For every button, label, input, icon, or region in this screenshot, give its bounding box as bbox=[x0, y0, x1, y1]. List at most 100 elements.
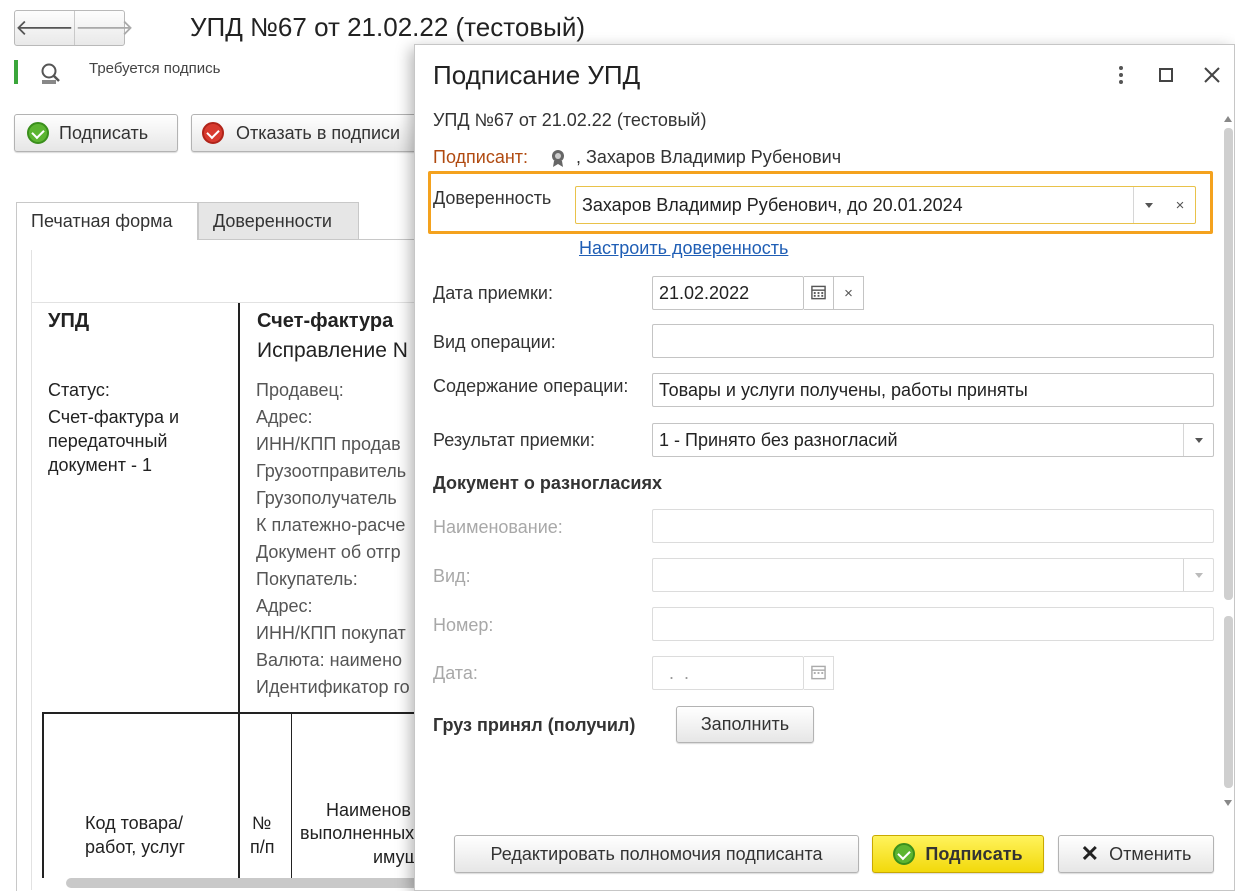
calendar-icon[interactable] bbox=[804, 276, 834, 310]
disagreement-name-label: Наименование: bbox=[433, 517, 563, 537]
fill-button[interactable]: Заполнить bbox=[676, 706, 814, 743]
print-row: ИНН/КПП продав bbox=[256, 434, 401, 454]
op-type-field[interactable] bbox=[652, 324, 1214, 358]
refuse-icon bbox=[202, 122, 224, 144]
print-col-name: имущ bbox=[373, 847, 420, 867]
back-arrow-icon[interactable]: 🡐 bbox=[15, 11, 74, 45]
accept-date-value: 21.02.2022 bbox=[659, 282, 750, 303]
print-status-line: передаточный bbox=[48, 431, 168, 451]
scrollbar-thumb-lower[interactable] bbox=[1224, 616, 1233, 788]
signer-label: Подписант: bbox=[433, 147, 529, 167]
signer-value: , Захаров Владимир Рубенович bbox=[576, 147, 842, 167]
print-col-code: работ, услуг bbox=[85, 837, 186, 857]
result-label: Результат приемки: bbox=[433, 430, 595, 450]
calendar-icon bbox=[804, 656, 834, 690]
print-table-border bbox=[291, 712, 292, 878]
disagreement-number-label: Номер: bbox=[433, 615, 494, 635]
proxy-label: Доверенность bbox=[433, 188, 552, 208]
op-type-label: Вид операции: bbox=[433, 332, 556, 352]
scroll-up-icon[interactable] bbox=[1224, 116, 1232, 122]
print-col-code: Код товара/ bbox=[85, 813, 184, 833]
op-content-field[interactable]: Товары и услуги получены, работы приняты bbox=[652, 373, 1214, 407]
maximize-icon[interactable] bbox=[1159, 68, 1173, 82]
refuse-button-label: Отказать в подписи bbox=[236, 122, 401, 143]
certificate-seal-icon bbox=[552, 150, 564, 167]
status-text: Требуется подпись bbox=[89, 60, 221, 77]
op-content-value: Товары и услуги получены, работы приняты bbox=[659, 379, 1028, 400]
cancel-button[interactable]: ✕ Отменить bbox=[1058, 835, 1214, 873]
print-row: Покупатель: bbox=[256, 569, 358, 589]
print-divider bbox=[238, 303, 240, 713]
close-icon[interactable] bbox=[1201, 64, 1223, 86]
sign-button-label: Подписать bbox=[59, 122, 149, 143]
print-invoice-title: Счет-фактура bbox=[257, 310, 394, 332]
disagreement-heading: Документ о разногласиях bbox=[433, 473, 662, 493]
print-row: Грузополучатель bbox=[256, 488, 397, 508]
result-dropdown-icon[interactable] bbox=[1183, 424, 1213, 456]
print-form-header-strip bbox=[31, 250, 441, 303]
tab-proxies[interactable]: Доверенности bbox=[198, 202, 359, 240]
signature-search-icon bbox=[41, 63, 60, 84]
check-icon bbox=[893, 843, 916, 865]
more-menu-icon[interactable] bbox=[1111, 64, 1131, 86]
tab-print-form[interactable]: Печатная форма bbox=[16, 202, 198, 240]
print-row: Адрес: bbox=[256, 407, 313, 427]
print-row: Идентификатор го bbox=[256, 677, 410, 697]
accept-date-field[interactable]: 21.02.2022 bbox=[652, 276, 804, 310]
disagreement-date-value: . . bbox=[659, 662, 690, 683]
disagreement-number-field bbox=[652, 607, 1214, 641]
cancel-label: Отменить bbox=[1109, 843, 1192, 864]
print-row: Документ об отгр bbox=[256, 542, 401, 562]
scrollbar-thumb[interactable] bbox=[1224, 128, 1233, 600]
print-status-line: документ - 1 bbox=[48, 455, 152, 475]
print-row: К платежно-расче bbox=[256, 515, 406, 535]
print-col-num: № bbox=[252, 813, 272, 833]
accept-date-label: Дата приемки: bbox=[433, 283, 553, 303]
refuse-sign-button[interactable]: Отказать в подписи bbox=[191, 114, 431, 152]
print-table-border bbox=[42, 712, 44, 878]
print-upd-label: УПД bbox=[48, 310, 90, 332]
cancel-x-icon: ✕ bbox=[1080, 841, 1100, 866]
print-row: Продавец: bbox=[256, 380, 344, 400]
forward-arrow-icon[interactable]: 🡒 bbox=[74, 11, 134, 45]
proxy-value: Захаров Владимир Рубенович, до 20.01.202… bbox=[582, 194, 963, 215]
proxy-clear-icon[interactable]: × bbox=[1165, 187, 1195, 223]
print-table-border bbox=[42, 712, 422, 714]
print-col-name: выполненных bbox=[300, 823, 415, 843]
configure-proxy-link[interactable]: Настроить доверенность bbox=[579, 238, 788, 259]
document-title: УПД №67 от 21.02.22 (тестовый) bbox=[190, 12, 586, 42]
check-icon bbox=[27, 122, 49, 144]
dialog-title: Подписание УПД bbox=[433, 60, 641, 90]
disagreement-name-field bbox=[652, 509, 1214, 543]
print-correction: Исправление N bbox=[257, 339, 408, 362]
print-row: Валюта: наимено bbox=[256, 650, 403, 670]
disagreement-date-label: Дата: bbox=[433, 663, 478, 683]
accept-date-clear-icon[interactable]: × bbox=[834, 276, 864, 310]
dialog-sign-label: Подписать bbox=[925, 843, 1023, 864]
status-indicator bbox=[14, 60, 18, 84]
cargo-label: Груз принял (получил) bbox=[433, 715, 636, 735]
scroll-down-icon[interactable] bbox=[1224, 800, 1232, 806]
dialog-sign-button[interactable]: Подписать bbox=[872, 835, 1044, 873]
sign-button[interactable]: Подписать bbox=[14, 114, 178, 152]
print-status-line: Счет-фактура и bbox=[48, 407, 180, 427]
result-value: 1 - Принято без разногласий bbox=[659, 429, 898, 450]
print-row: ИНН/КПП покупат bbox=[256, 623, 406, 643]
disagreement-date-field: . . bbox=[652, 656, 804, 690]
result-select[interactable]: 1 - Принято без разногласий bbox=[652, 423, 1214, 457]
horizontal-scrollbar[interactable] bbox=[66, 878, 426, 888]
proxy-field[interactable]: Захаров Владимир Рубенович, до 20.01.202… bbox=[575, 186, 1196, 224]
print-row: Грузоотправитель bbox=[256, 461, 407, 481]
disagreement-kind-dropdown-icon bbox=[1183, 559, 1213, 591]
proxy-dropdown-icon[interactable] bbox=[1133, 187, 1163, 223]
op-content-label: Содержание операции: bbox=[433, 376, 629, 396]
print-col-name: Наименов bbox=[326, 800, 411, 820]
print-row: Адрес: bbox=[256, 596, 313, 616]
edit-signer-authority-button[interactable]: Редактировать полномочия подписанта bbox=[454, 835, 859, 873]
print-col-num: п/п bbox=[250, 837, 275, 857]
dialog-document-ref: УПД №67 от 21.02.22 (тестовый) bbox=[433, 110, 707, 130]
print-status-label: Статус: bbox=[48, 380, 110, 400]
disagreement-kind-label: Вид: bbox=[433, 566, 471, 586]
disagreement-kind-select bbox=[652, 558, 1214, 592]
navigation-buttons: 🡐 🡒 bbox=[14, 10, 134, 46]
